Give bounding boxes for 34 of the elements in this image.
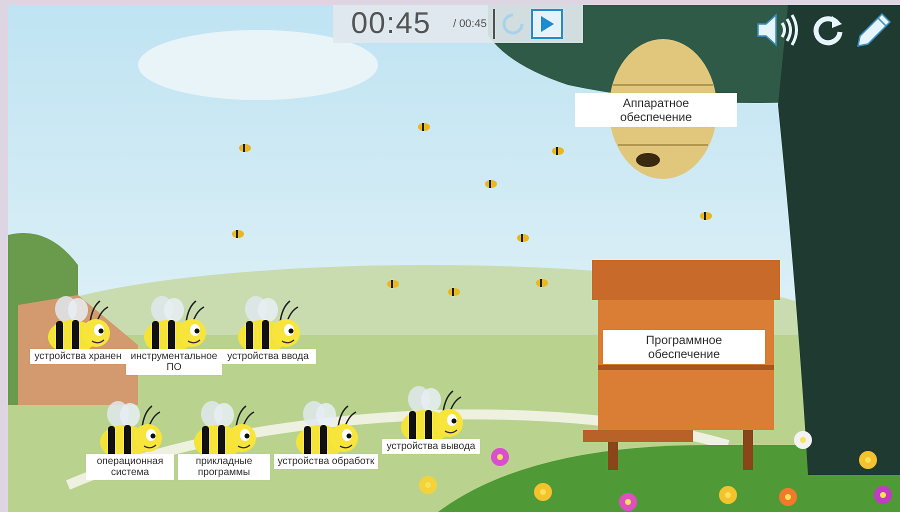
flower-icon [534,483,552,501]
bee-icon [232,230,244,238]
bee-icon [700,212,712,220]
bee-card-label[interactable]: устройства хранен [30,349,126,364]
pencil-icon[interactable] [856,12,892,48]
flower-icon [874,486,892,504]
bee-icon [239,144,251,152]
flower-icon [779,488,797,506]
bee-icon [387,280,399,288]
bee-icon [517,234,529,242]
bee-icon [536,279,548,287]
play-icon [540,16,554,32]
bee-icon [485,180,497,188]
bee-icon [418,123,430,131]
bee-card-label[interactable]: инструментальное ПО [126,349,222,375]
bee-card-label[interactable]: устройства вывода [382,439,480,454]
timer-elapsed: 00:45 [351,7,432,41]
bee-card-label[interactable]: прикладные программы [178,454,270,480]
bee-icon [448,288,460,296]
bee-icon [552,147,564,155]
flower-icon [419,476,437,494]
flower-icon [491,448,509,466]
flower-icon [859,451,877,469]
bee-card-label[interactable]: устройства ввода [220,349,316,364]
drop-target-label: Аппаратное обеспечение [575,93,737,127]
flower-icon [794,431,812,449]
timer-total: / 00:45 [453,18,487,30]
bee-card-label[interactable]: операционная система [86,454,174,480]
flower-icon [619,493,637,511]
play-button[interactable] [530,9,563,39]
drop-target-label: Программное обеспечение [603,330,765,364]
sound-icon[interactable] [756,12,800,48]
bee-card-label[interactable]: устройства обработк [274,454,378,469]
flower-icon [719,486,737,504]
